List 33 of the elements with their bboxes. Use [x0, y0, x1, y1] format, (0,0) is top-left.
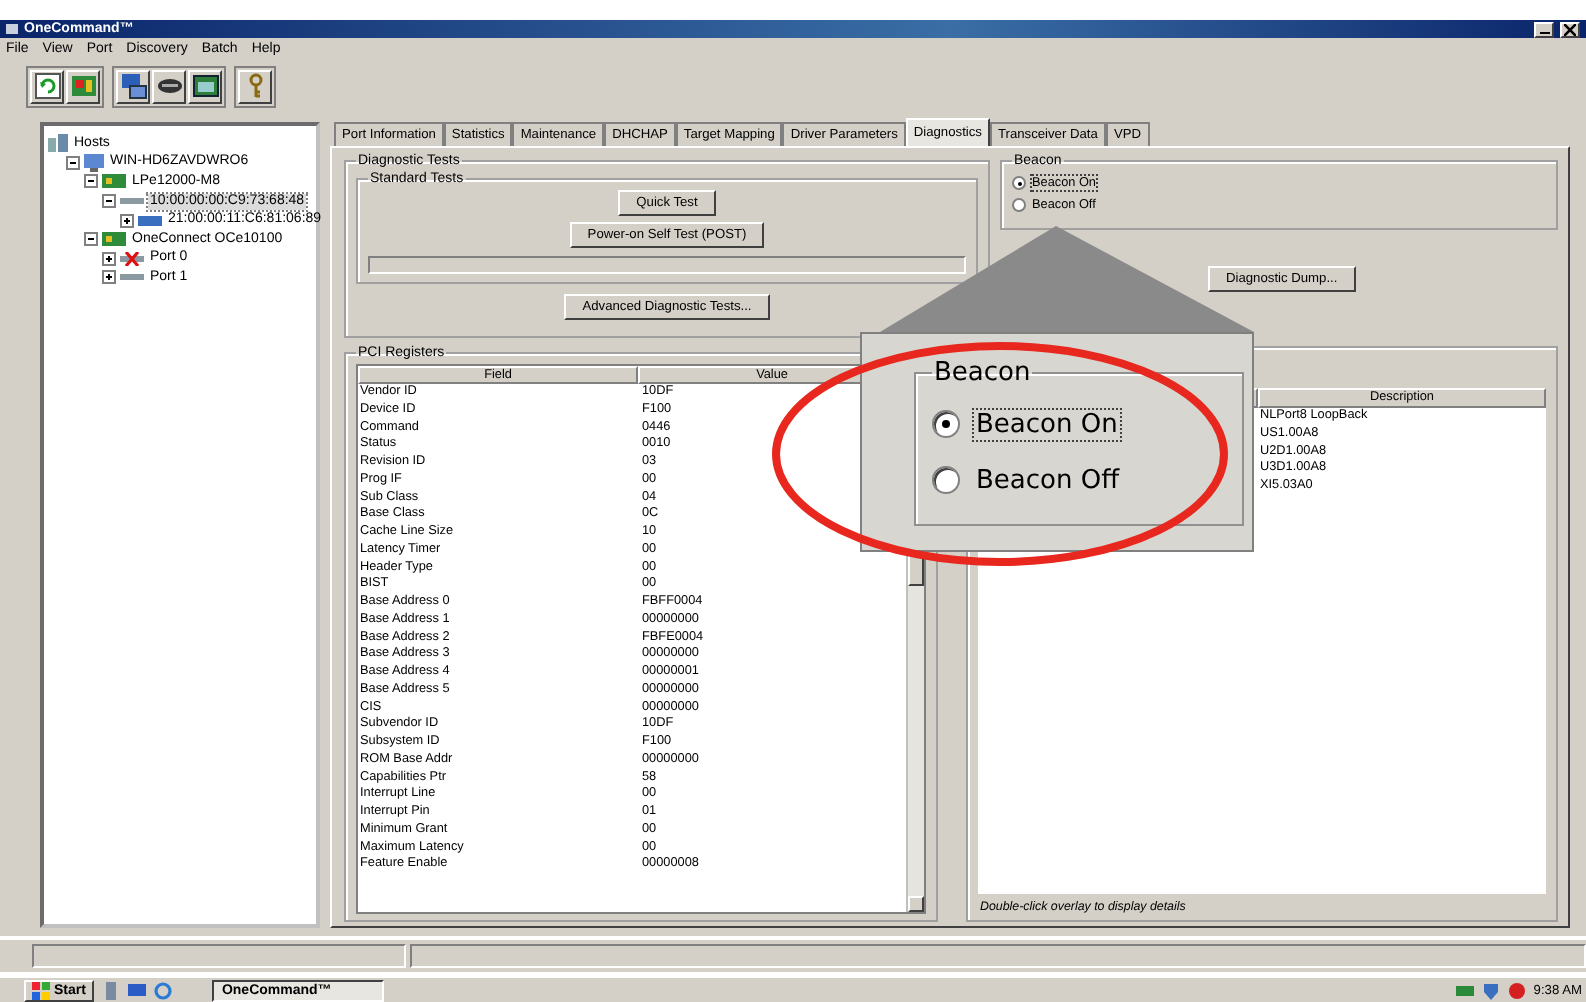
- key-icon[interactable]: [238, 69, 272, 103]
- alert-icon[interactable]: [1507, 981, 1526, 999]
- app-icon: [6, 24, 18, 34]
- board-icon[interactable]: [66, 69, 100, 103]
- network-icon[interactable]: [116, 69, 150, 103]
- radio-label[interactable]: Beacon Off: [974, 465, 1122, 495]
- expander-icon[interactable]: [84, 174, 98, 189]
- computer-icon: [84, 153, 104, 172]
- hosts-icon: [48, 134, 68, 153]
- radio-button[interactable]: [1012, 198, 1026, 212]
- close-button[interactable]: [1560, 21, 1580, 37]
- browser-icon[interactable]: [153, 981, 172, 999]
- radio-button[interactable]: [932, 410, 960, 438]
- switch-icon[interactable]: [152, 69, 186, 103]
- minimize-button[interactable]: [1534, 21, 1554, 37]
- expander-icon[interactable]: [102, 270, 116, 285]
- desktop-icon[interactable]: [127, 981, 146, 999]
- flag-icon: [32, 981, 50, 999]
- expander-icon[interactable]: [102, 251, 116, 266]
- radio-button[interactable]: [932, 466, 960, 494]
- shield-icon[interactable]: [1481, 981, 1500, 999]
- card-icon[interactable]: [188, 69, 222, 103]
- expander-icon[interactable]: [120, 213, 134, 228]
- expander-icon[interactable]: [84, 232, 98, 247]
- expander-icon[interactable]: [102, 194, 116, 209]
- radio-label[interactable]: Beacon On: [974, 409, 1120, 439]
- adapter-icon: [102, 232, 126, 247]
- group-title: Beacon: [932, 358, 1033, 388]
- radio-button[interactable]: [1012, 176, 1026, 190]
- adapter-icon: [102, 174, 126, 189]
- refresh-icon[interactable]: [30, 69, 64, 103]
- expander-icon[interactable]: [66, 155, 80, 170]
- card-icon: [138, 213, 162, 228]
